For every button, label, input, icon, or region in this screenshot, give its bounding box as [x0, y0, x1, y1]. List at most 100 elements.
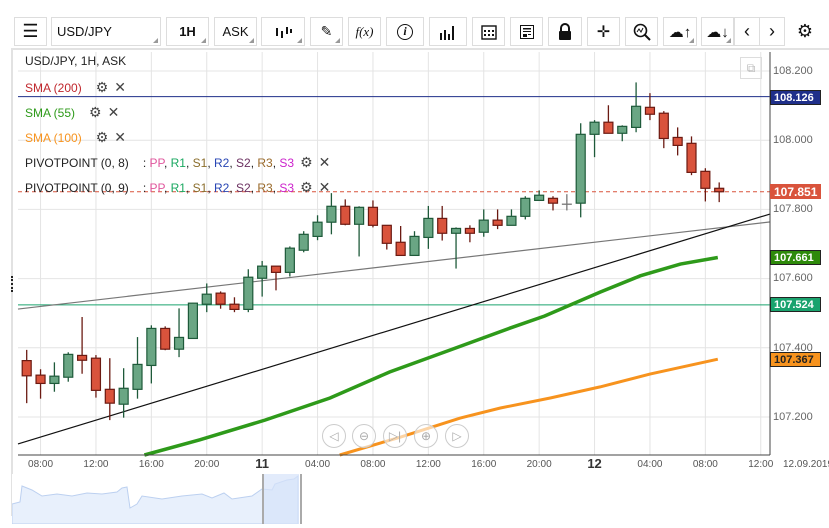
candle-body	[187, 302, 198, 340]
candle	[644, 93, 656, 121]
candle-body	[714, 187, 725, 193]
pivot-key-r2: R2	[214, 155, 230, 170]
gear-icon[interactable]: ⚙	[96, 129, 109, 146]
candle	[506, 209, 517, 226]
candle-body	[437, 217, 448, 234]
candle-body	[658, 112, 669, 140]
candle	[395, 226, 406, 257]
candle-body	[478, 219, 489, 233]
sma100-label: SMA (100)	[25, 130, 82, 145]
sma200-label: SMA (200)	[25, 80, 82, 95]
candle-body	[201, 293, 212, 305]
candle	[173, 308, 185, 358]
time-label: 08:00	[28, 459, 54, 470]
candle-body	[464, 227, 475, 234]
gear-icon[interactable]: ⚙	[96, 79, 109, 96]
price-tick: 107.800	[773, 203, 813, 215]
candle	[464, 225, 475, 243]
candle-body	[603, 121, 614, 134]
candle-body	[354, 206, 365, 225]
sma55-label: SMA (55)	[25, 105, 76, 120]
candle	[492, 209, 503, 230]
legend-sma55: SMA (55) ⚙ ✕	[25, 104, 119, 121]
candle-body	[63, 353, 74, 378]
pan-right-button[interactable]: ▷	[445, 424, 469, 448]
gear-icon[interactable]: ⚙	[89, 104, 102, 121]
candle	[423, 205, 434, 249]
candle	[326, 193, 337, 235]
pivot-key-s3: S3	[279, 180, 295, 195]
candle-body	[672, 136, 683, 146]
time-label: 12:00	[748, 459, 774, 470]
candle	[520, 196, 531, 220]
price-tick: 108.000	[773, 134, 813, 146]
candle-body	[381, 224, 392, 244]
candle	[76, 317, 88, 374]
price-tick: 107.600	[773, 272, 813, 284]
zoom-in-button[interactable]: ⊕	[414, 424, 438, 448]
gear-icon[interactable]: ⚙	[300, 179, 313, 196]
candle	[63, 352, 74, 382]
candle-body	[326, 205, 337, 223]
reset-button[interactable]: ▷|	[383, 424, 407, 448]
legend-pivot-8: PIVOTPOINT (0, 8): PP, R1, S1, R2, S2, R…	[25, 154, 330, 171]
zoom-in-icon: ⊕	[420, 429, 432, 443]
time-label: 11	[255, 456, 270, 471]
candle-body	[146, 327, 157, 367]
close-icon[interactable]: ✕	[108, 104, 120, 121]
candle-body	[90, 357, 102, 391]
pivot-key-s2: S2	[236, 180, 251, 195]
candle	[90, 355, 102, 398]
resistance-price-tag: 108.126	[770, 90, 821, 105]
navigator-selection[interactable]	[263, 474, 299, 524]
close-icon[interactable]: ✕	[114, 79, 126, 96]
gear-icon[interactable]: ⚙	[300, 154, 313, 171]
close-icon[interactable]: ✕	[319, 154, 331, 171]
candle	[700, 168, 711, 202]
candle-body	[492, 219, 503, 226]
time-label: 04:00	[305, 459, 331, 470]
comma: ,	[229, 155, 237, 170]
candle	[340, 199, 351, 226]
legend-sma200: SMA (200) ⚙ ✕	[25, 79, 126, 96]
zoom-out-button[interactable]: ⊖	[352, 424, 376, 448]
candle-body	[395, 241, 406, 257]
candle	[547, 196, 559, 211]
pivot-key-s1: S1	[192, 180, 208, 195]
candle	[49, 362, 60, 392]
skip-end-icon: ▷|	[388, 429, 402, 443]
candle	[409, 231, 420, 257]
zoom-out-icon: ⊖	[358, 429, 370, 443]
candle-body	[215, 292, 226, 305]
candle-body	[630, 105, 642, 128]
time-label: 12:00	[415, 459, 441, 470]
candle	[367, 200, 379, 228]
candle-body	[257, 265, 268, 279]
trendline	[17, 213, 771, 445]
trendline	[17, 221, 771, 310]
candle-body	[700, 170, 711, 189]
close-icon[interactable]: ✕	[114, 129, 126, 146]
price-chart[interactable]	[0, 0, 829, 470]
candle-body	[547, 197, 559, 204]
triangle-right-icon: ▷	[452, 429, 462, 443]
comma: ,	[207, 180, 214, 195]
popout-button[interactable]: ⧉	[740, 57, 762, 79]
comma: ,	[185, 155, 193, 170]
candle	[146, 325, 157, 384]
close-icon[interactable]: ✕	[319, 179, 331, 196]
sma100-price-tag: 107.367	[770, 352, 821, 367]
candle	[243, 269, 254, 313]
candle	[160, 326, 171, 351]
navigator[interactable]	[12, 474, 829, 524]
candle-body	[160, 327, 171, 350]
candle	[132, 337, 143, 399]
pivot-key-r3: R3	[257, 180, 273, 195]
candle-body	[118, 387, 129, 405]
candle	[603, 105, 614, 134]
candle-body	[575, 133, 586, 204]
pan-left-button[interactable]: ◁	[322, 424, 346, 448]
candle-body	[49, 375, 60, 385]
last-price-tag: 107.851	[770, 184, 821, 199]
candle	[215, 291, 226, 309]
